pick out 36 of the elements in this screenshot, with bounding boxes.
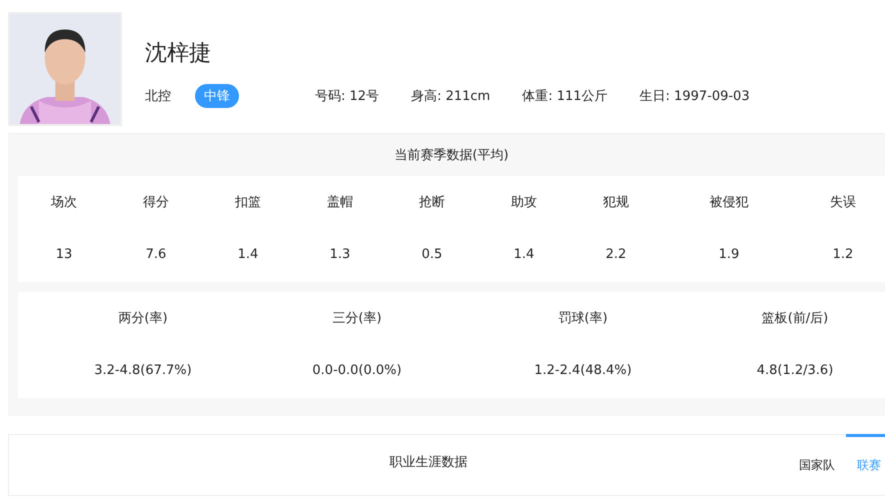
stat-value: 1.2-2.4(48.4%) — [533, 362, 633, 380]
stat-value: 0.0-0.0(0.0%) — [311, 362, 403, 380]
stat-label: 扣篮 — [234, 194, 262, 212]
player-detail: 生日: 1997-09-03 — [640, 88, 750, 105]
stat-label: 失误 — [829, 194, 857, 212]
player-detail: 号码: 12号 — [315, 88, 380, 105]
stat-label: 助攻 — [510, 194, 538, 212]
section-title: 职业生涯数据 — [388, 454, 468, 472]
stat-label: 场次 — [50, 194, 78, 212]
stat-value: 0.5 — [420, 246, 444, 264]
stat-value: 4.8(1.2/3.6) — [756, 362, 834, 380]
stat-label: 篮板(前/后) — [760, 310, 830, 328]
stat-value: 1.4 — [236, 246, 260, 264]
tab[interactable]: 国家队 — [788, 434, 846, 495]
player-name: 沈梓捷 — [145, 40, 212, 68]
stat-label: 被侵犯 — [708, 194, 750, 212]
stat-label: 犯规 — [602, 194, 630, 212]
stat-label: 抢断 — [418, 194, 446, 212]
stat-label: 盖帽 — [326, 194, 354, 212]
player-detail: 身高: 211cm — [411, 88, 490, 105]
stat-label: 两分(率) — [117, 310, 169, 328]
stat-value: 1.2 — [832, 246, 854, 264]
stat-value: 1.9 — [718, 246, 740, 264]
team-name: 北控 — [145, 88, 172, 105]
stat-label: 罚球(率) — [557, 310, 609, 328]
section-title: 当前赛季数据(平均) — [393, 147, 510, 165]
stat-value: 2.2 — [604, 246, 628, 264]
stat-label: 得分 — [142, 194, 170, 212]
position-badge: 中锋 — [195, 84, 239, 108]
stat-value: 1.3 — [328, 246, 352, 264]
stat-value: 1.4 — [512, 246, 536, 264]
player-detail: 体重: 111公斤 — [522, 88, 608, 105]
stat-label: 三分(率) — [331, 310, 383, 328]
stat-value: 3.2-4.8(67.7%) — [93, 362, 193, 380]
stat-value: 13 — [54, 246, 74, 264]
stat-value: 7.6 — [144, 246, 168, 264]
